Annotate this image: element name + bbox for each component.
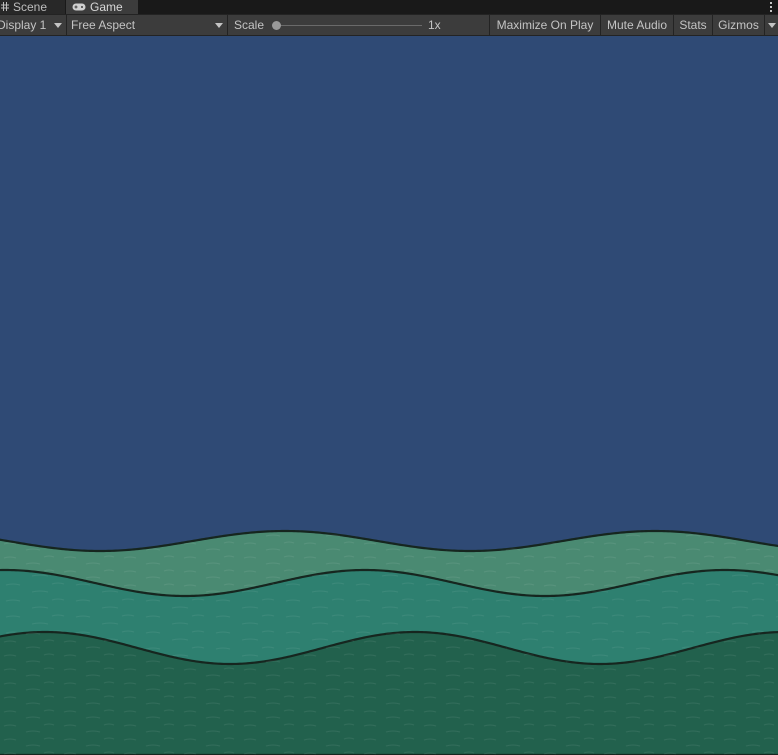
maximize-label: Maximize On Play (496, 18, 594, 32)
stats-button[interactable]: Stats (674, 15, 713, 35)
tab-scene[interactable]: Scene (0, 0, 65, 14)
display-label: Display 1 (0, 18, 47, 32)
gizmos-label: Gizmos (718, 18, 759, 32)
unity-game-window: Scene Game Display 1 Free Aspect Scale 1… (0, 0, 778, 755)
scale-slider-handle[interactable] (272, 21, 281, 30)
tab-game[interactable]: Game (66, 0, 138, 14)
tab-scene-label: Scene (13, 0, 48, 14)
display-dropdown[interactable]: Display 1 (0, 15, 67, 35)
game-toolbar: Display 1 Free Aspect Scale 1x Maximize … (0, 14, 778, 36)
stats-label: Stats (679, 18, 707, 32)
gizmos-dropdown[interactable] (765, 15, 778, 35)
mute-label: Mute Audio (606, 18, 668, 32)
more-options-icon[interactable] (770, 0, 772, 14)
tab-game-label: Game (90, 0, 123, 14)
tab-bar: Scene Game (0, 0, 778, 14)
maximize-on-play-button[interactable]: Maximize On Play (490, 15, 601, 35)
gamepad-icon (72, 0, 86, 14)
aspect-label: Free Aspect (71, 18, 136, 32)
dropdown-arrow-icon (768, 23, 776, 28)
gizmos-button[interactable]: Gizmos (713, 15, 765, 35)
scale-slider-track[interactable] (276, 25, 422, 26)
aspect-dropdown[interactable]: Free Aspect (67, 15, 228, 35)
mute-audio-button[interactable]: Mute Audio (601, 15, 674, 35)
game-view[interactable] (0, 36, 778, 755)
dropdown-arrow-icon (54, 23, 62, 28)
grid-icon (1, 0, 9, 14)
ocean-scene (0, 529, 778, 755)
scale-label: Scale (234, 18, 265, 32)
scale-control: Scale 1x (228, 15, 490, 35)
scale-value: 1x (428, 18, 441, 32)
dropdown-arrow-icon (215, 23, 223, 28)
